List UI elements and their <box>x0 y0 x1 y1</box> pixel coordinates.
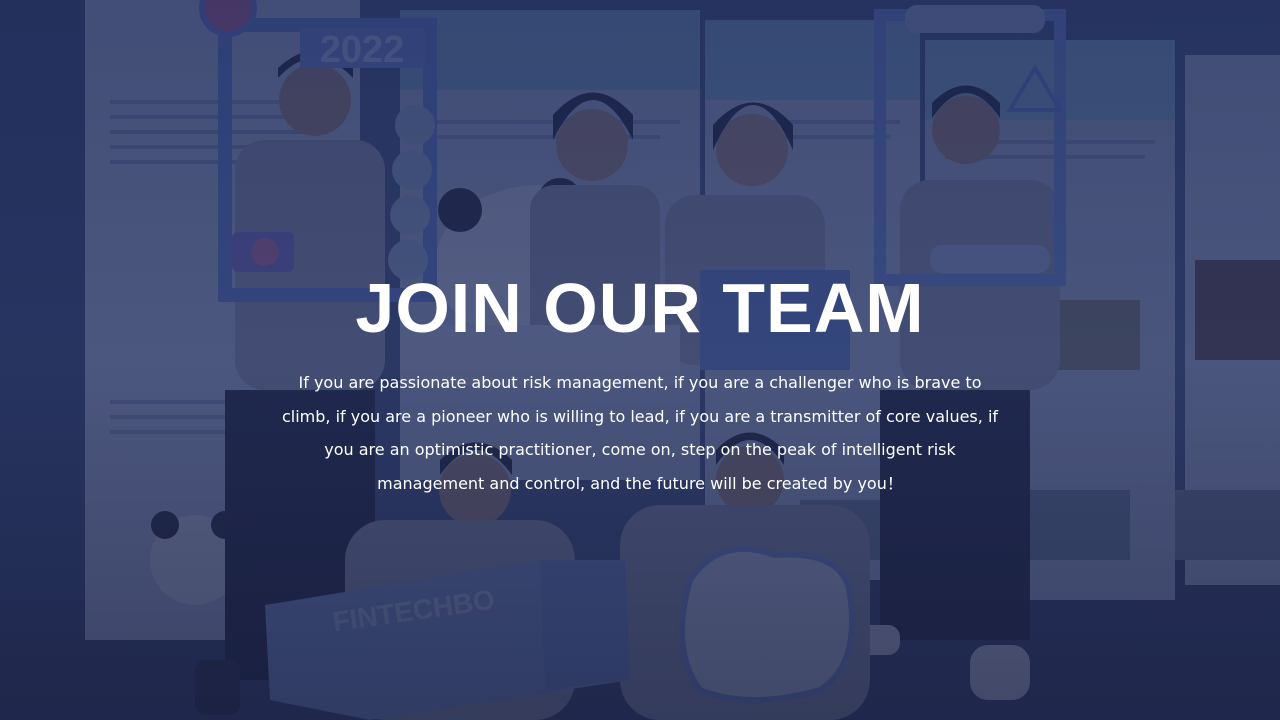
page-title: JOIN OUR TEAM <box>355 269 925 347</box>
recruitment-paragraph: If you are passionate about risk managem… <box>281 373 999 493</box>
slide-content: JOIN OUR TEAM If you are passionate abou… <box>0 0 1280 720</box>
